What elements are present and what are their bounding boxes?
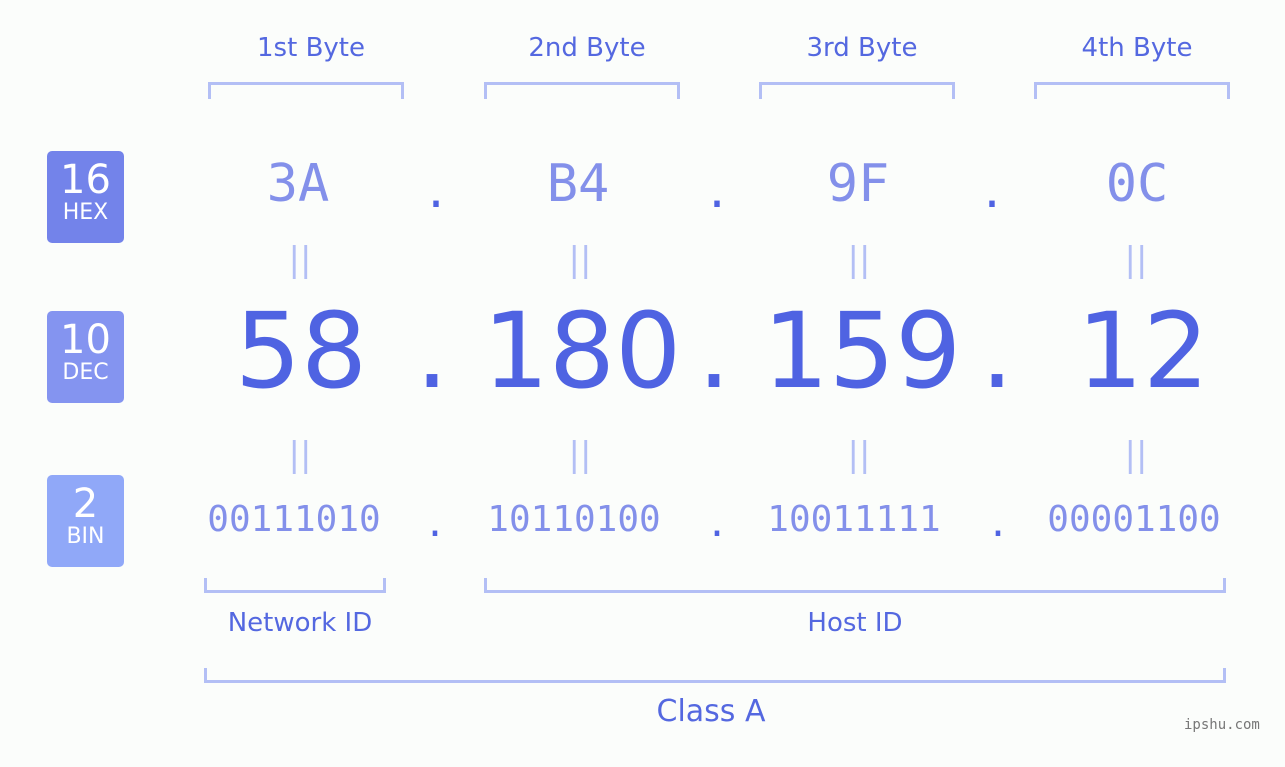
header-byte-3: 3rd Byte xyxy=(806,33,918,63)
hex-badge-number: 16 xyxy=(60,157,111,203)
network-id-bracket xyxy=(204,578,386,593)
dec-byte-4: 12 xyxy=(1076,290,1210,412)
dec-byte-3: 159 xyxy=(762,290,962,412)
class-bracket xyxy=(204,668,1226,683)
hex-dot-3: . xyxy=(983,160,1001,220)
equals-dec-bin-3: || xyxy=(847,435,871,475)
bin-byte-4: 00001100 xyxy=(1047,499,1221,540)
dec-dot-3: . xyxy=(980,290,1014,412)
equals-hex-dec-2: || xyxy=(568,240,592,280)
bin-dot-3: . xyxy=(991,496,1005,547)
hex-byte-3: 9F xyxy=(826,154,890,214)
equals-hex-dec-4: || xyxy=(1124,240,1148,280)
hex-dot-1: . xyxy=(427,160,445,220)
equals-dec-bin-1: || xyxy=(288,435,312,475)
header-byte-4: 4th Byte xyxy=(1081,33,1193,63)
dec-badge-number: 10 xyxy=(60,317,111,363)
equals-dec-bin-4: || xyxy=(1124,435,1148,475)
dec-dot-2: . xyxy=(697,290,731,412)
header-byte-2: 2nd Byte xyxy=(528,33,646,63)
equals-hex-dec-1: || xyxy=(288,240,312,280)
bracket-byte-1 xyxy=(208,82,404,99)
bin-byte-2: 10110100 xyxy=(487,499,661,540)
bin-byte-1: 00111010 xyxy=(207,499,381,540)
hex-badge-label: HEX xyxy=(62,200,109,225)
hex-byte-2: B4 xyxy=(546,154,610,214)
bin-dot-2: . xyxy=(710,496,724,547)
hex-dot-2: . xyxy=(708,160,726,220)
hex-byte-1: 3A xyxy=(266,154,330,214)
class-label: Class A xyxy=(656,694,766,729)
host-id-bracket xyxy=(484,578,1226,593)
watermark: ipshu.com xyxy=(1184,717,1260,733)
bracket-byte-3 xyxy=(759,82,955,99)
dec-badge-label: DEC xyxy=(62,360,109,385)
bin-badge-label: BIN xyxy=(66,524,105,549)
bin-dot-1: . xyxy=(428,496,442,547)
equals-dec-bin-2: || xyxy=(568,435,592,475)
equals-hex-dec-3: || xyxy=(847,240,871,280)
host-id-label: Host ID xyxy=(807,608,903,638)
bin-badge-number: 2 xyxy=(72,481,99,527)
hex-badge: 16 HEX xyxy=(47,151,124,243)
bin-byte-3: 10011111 xyxy=(767,499,941,540)
dec-byte-1: 58 xyxy=(234,290,368,412)
bracket-byte-2 xyxy=(484,82,680,99)
bracket-byte-4 xyxy=(1034,82,1230,99)
dec-byte-2: 180 xyxy=(482,290,682,412)
hex-byte-4: 0C xyxy=(1105,154,1169,214)
dec-dot-1: . xyxy=(415,290,449,412)
dec-badge: 10 DEC xyxy=(47,311,124,403)
header-byte-1: 1st Byte xyxy=(257,33,365,63)
network-id-label: Network ID xyxy=(227,608,373,638)
bin-badge: 2 BIN xyxy=(47,475,124,567)
